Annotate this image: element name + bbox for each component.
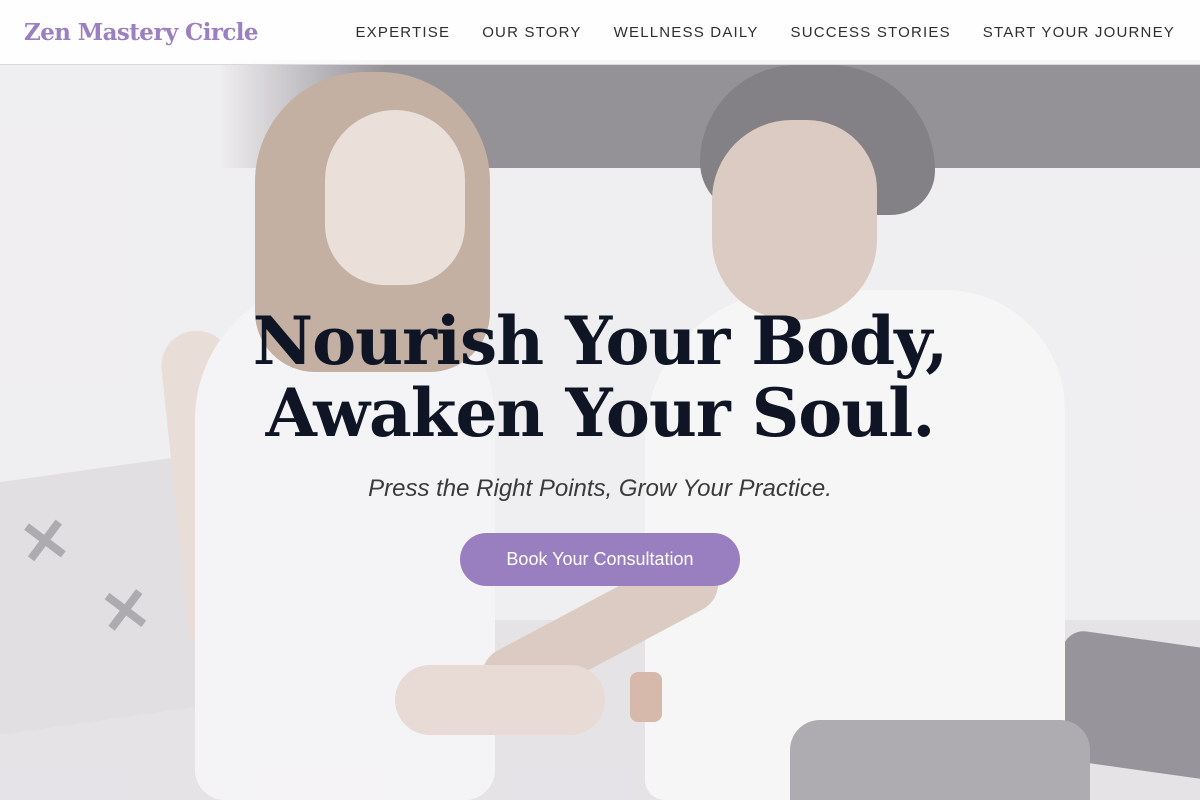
hero-section: Nourish Your Body, Awaken Your Soul. Pre… [0, 0, 1200, 800]
headline-line-2: Awaken Your Soul. [265, 374, 936, 452]
main-nav: EXPERTISE OUR STORY WELLNESS DAILY SUCCE… [355, 24, 1175, 41]
hero-content: Nourish Your Body, Awaken Your Soul. Pre… [0, 305, 1200, 586]
nav-item-success-stories[interactable]: SUCCESS STORIES [791, 24, 951, 41]
site-header: Zen Mastery Circle EXPERTISE OUR STORY W… [0, 0, 1200, 65]
nav-item-wellness-daily[interactable]: WELLNESS DAILY [614, 24, 759, 41]
headline-line-1: Nourish Your Body, [252, 302, 948, 380]
nav-item-start-your-journey[interactable]: START YOUR JOURNEY [983, 24, 1175, 41]
nav-item-expertise[interactable]: EXPERTISE [355, 24, 450, 41]
hero-headline: Nourish Your Body, Awaken Your Soul. [252, 302, 948, 452]
site-logo[interactable]: Zen Mastery Circle [24, 19, 259, 46]
hero-tagline: Press the Right Points, Grow Your Practi… [368, 475, 832, 502]
book-consultation-button[interactable]: Book Your Consultation [460, 533, 740, 586]
nav-item-our-story[interactable]: OUR STORY [482, 24, 581, 41]
